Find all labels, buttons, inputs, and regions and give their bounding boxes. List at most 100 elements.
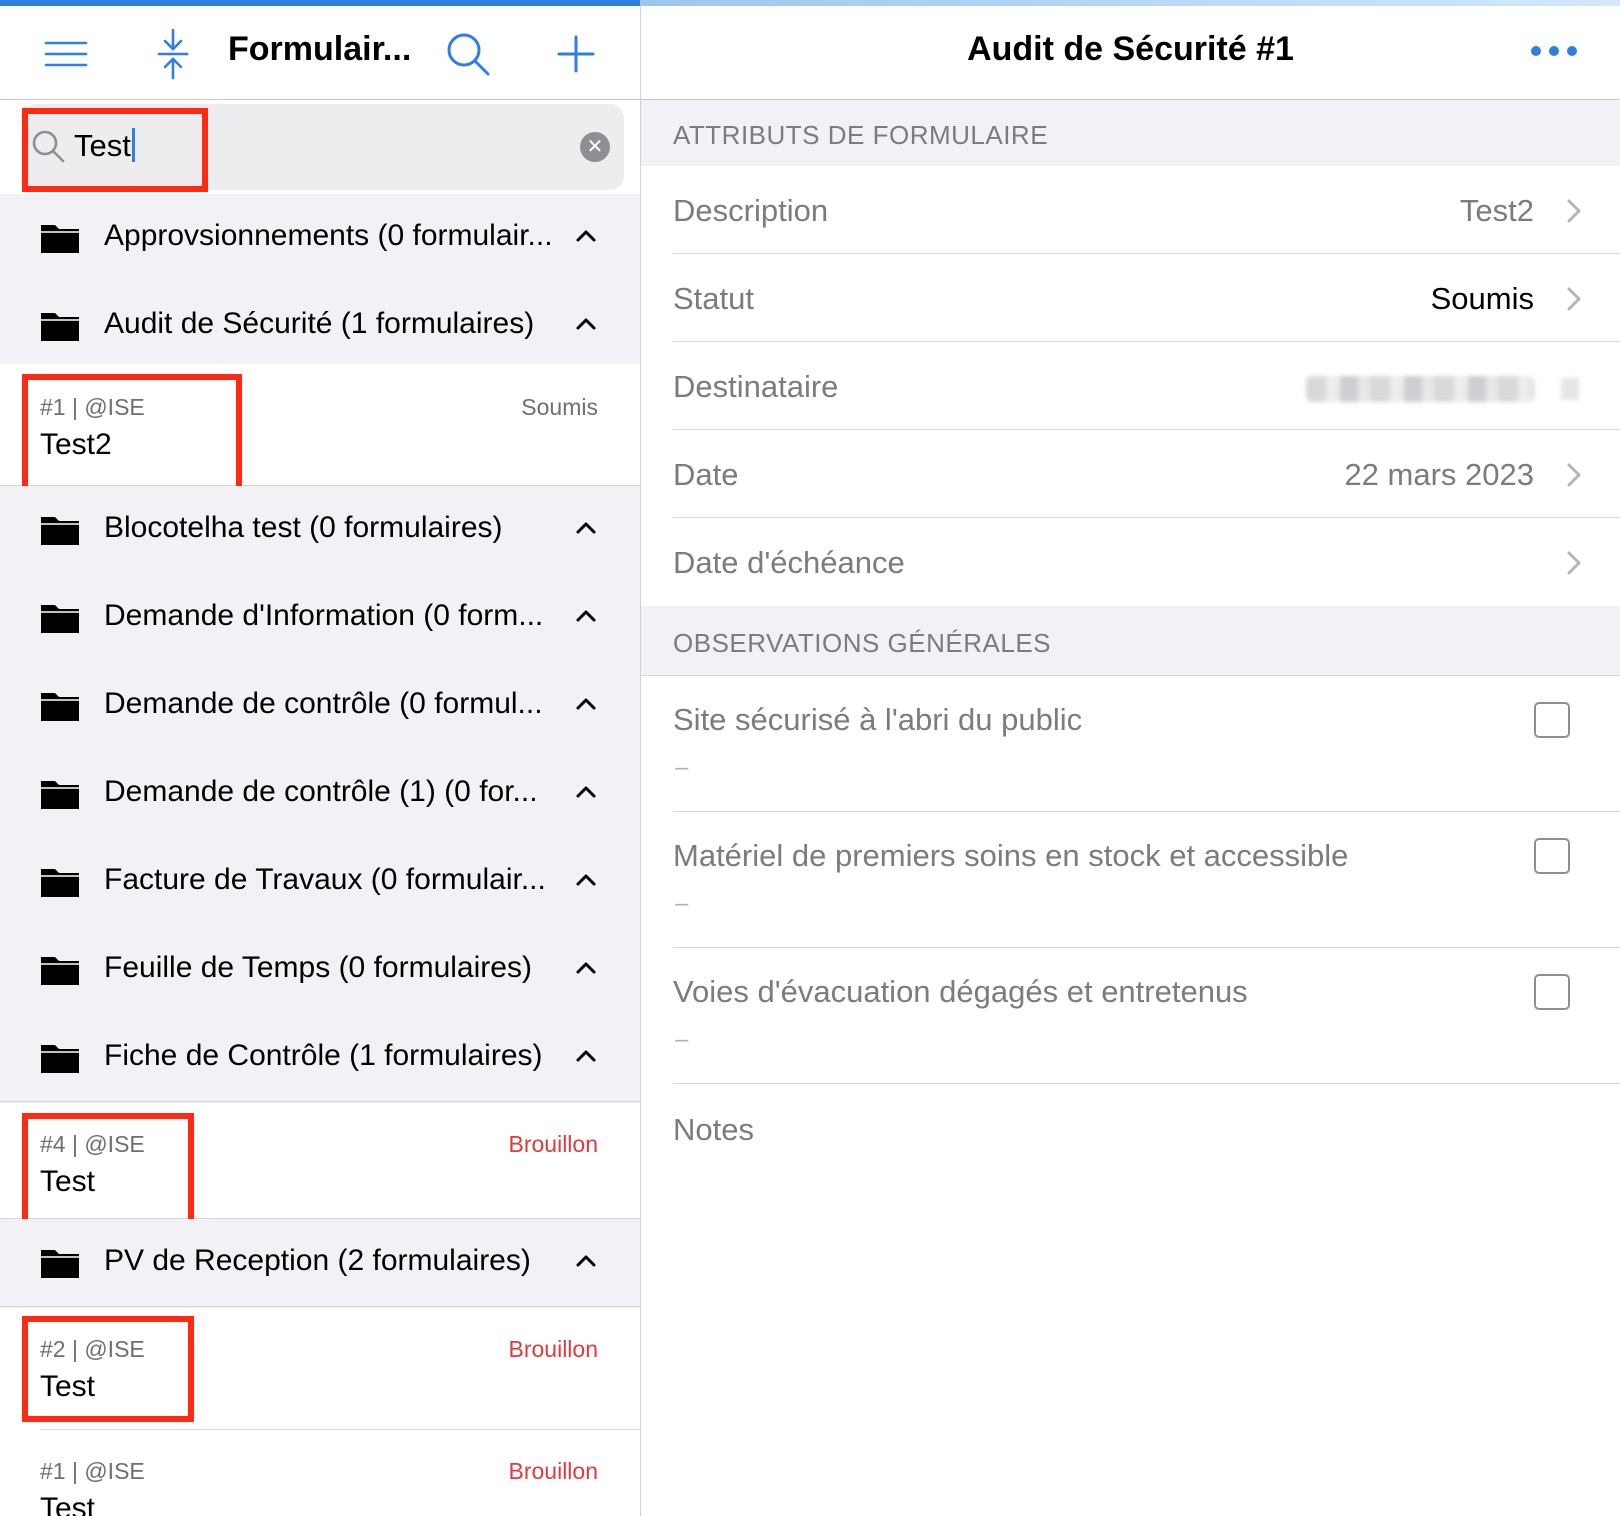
attribute-value: 22 mars 2023 [1344, 457, 1534, 492]
form-status: Brouillon [508, 1336, 599, 1362]
sidebar-title: Formulair... [228, 30, 412, 68]
form-status: Soumis [521, 394, 598, 420]
form-detail: Audit de Sécurité #1 ATTRIBUTS DE FORMUL… [641, 6, 1620, 1516]
folder-icon [41, 605, 79, 633]
folder-row[interactable]: Audit de Sécurité (1 formulaires) [0, 282, 640, 370]
observation-label: Voies d'évacuation dégagés et entretenus [673, 974, 1248, 1009]
folder-icon [41, 1045, 79, 1073]
attribute-row-description[interactable]: Description Test2 [641, 166, 1620, 254]
folder-icon [41, 517, 79, 545]
redacted-chevron [1561, 378, 1579, 400]
observation-checkbox[interactable] [1534, 838, 1570, 874]
folder-icon [41, 313, 79, 341]
folder-icon [41, 1250, 79, 1278]
chevron-right-icon [1567, 551, 1581, 575]
form-meta: #4 | @ISE [40, 1131, 145, 1157]
folder-label: Audit de Sécurité (1 formulaires) [104, 307, 535, 340]
folder-label: Fiche de Contrôle (1 formulaires) [104, 1039, 543, 1072]
collapse-icon[interactable] [145, 26, 201, 82]
folder-label: Demande d'Information (0 form... [104, 599, 544, 632]
chevron-up-icon[interactable] [574, 1249, 598, 1273]
form-status: Brouillon [508, 1458, 599, 1484]
folder-row[interactable]: Facture de Travaux (0 formulair... [0, 838, 640, 926]
chevron-up-icon[interactable] [574, 224, 598, 248]
observation-value: – [675, 890, 689, 917]
folder-row[interactable]: Demande d'Information (0 form... [0, 574, 640, 662]
clear-search-icon[interactable]: ✕ [580, 132, 610, 162]
folder-row[interactable]: Approvsionnements (0 formulair... [0, 194, 640, 282]
chevron-up-icon[interactable] [574, 312, 598, 336]
folder-icon [41, 225, 79, 253]
form-item[interactable]: #1 | @ISE Test Brouillon [0, 1430, 640, 1516]
notes-label[interactable]: Notes [673, 1112, 754, 1148]
folder-icon [41, 693, 79, 721]
chevron-up-icon[interactable] [574, 780, 598, 804]
folder-label: Blocotelha test (0 formulaires) [104, 511, 503, 544]
attribute-label: Date d'échéance [673, 545, 905, 580]
search-bar: Test ✕ [0, 100, 640, 194]
chevron-up-icon[interactable] [574, 692, 598, 716]
form-title: Test [40, 1492, 96, 1516]
folder-label: Demande de contrôle (1) (0 for... [104, 775, 538, 808]
form-status: Brouillon [508, 1131, 599, 1157]
form-item[interactable]: #1 | @ISE Test2 Soumis [0, 364, 640, 492]
chevron-up-icon[interactable] [574, 604, 598, 628]
folder-label: Demande de contrôle (0 formul... [104, 687, 543, 720]
form-title: Test2 [40, 428, 112, 461]
chevron-up-icon[interactable] [574, 1044, 598, 1068]
forms-sidebar: Formulair... Test ✕ Approvsionnements (0… [0, 6, 640, 1516]
folder-label: PV de Reception (2 formulaires) [104, 1244, 531, 1277]
folder-row[interactable]: Demande de contrôle (0 formul... [0, 662, 640, 750]
detail-navbar: Audit de Sécurité #1 [641, 6, 1620, 100]
folder-row[interactable]: Blocotelha test (0 formulaires) [0, 486, 640, 574]
search-field[interactable]: Test ✕ [22, 104, 624, 190]
search-icon[interactable] [440, 26, 496, 82]
attribute-row-due-date[interactable]: Date d'échéance [641, 518, 1620, 606]
attribute-row-recipient[interactable]: Destinataire [641, 342, 1620, 430]
observation-checkbox[interactable] [1534, 702, 1570, 738]
section-header-attributes: ATTRIBUTS DE FORMULAIRE [641, 100, 1620, 166]
form-meta: #2 | @ISE [40, 1336, 145, 1362]
observation-row: Site sécurisé à l'abri du public – [641, 676, 1620, 812]
search-input[interactable]: Test [74, 128, 135, 164]
redacted-value [1306, 376, 1534, 402]
attribute-value: Test2 [1459, 193, 1534, 228]
observation-label: Matériel de premiers soins en stock et a… [673, 838, 1349, 873]
highlight-box [22, 1316, 194, 1422]
menu-icon[interactable] [38, 26, 94, 82]
more-options-icon[interactable] [1531, 36, 1581, 66]
attribute-label: Statut [673, 281, 754, 316]
chevron-up-icon[interactable] [574, 956, 598, 980]
add-icon[interactable] [548, 26, 604, 82]
chevron-up-icon[interactable] [574, 868, 598, 892]
observation-value: – [675, 754, 689, 781]
folder-icon [41, 781, 79, 809]
observation-value: – [675, 1026, 689, 1053]
form-title: Test [40, 1370, 96, 1403]
chevron-right-icon [1567, 199, 1581, 223]
sidebar-navbar: Formulair... [0, 6, 640, 100]
folder-row[interactable]: Feuille de Temps (0 formulaires) [0, 926, 640, 1014]
form-meta: #1 | @ISE [40, 394, 145, 420]
chevron-up-icon[interactable] [574, 516, 598, 540]
folder-label: Feuille de Temps (0 formulaires) [104, 951, 532, 984]
form-item[interactable]: #4 | @ISE Test Brouillon [0, 1103, 640, 1225]
folder-label: Facture de Travaux (0 formulair... [104, 863, 546, 896]
attribute-row-status[interactable]: Statut Soumis [641, 254, 1620, 342]
folder-label: Approvsionnements (0 formulair... [104, 219, 553, 252]
folder-icon [41, 869, 79, 897]
search-glass-icon [32, 130, 65, 163]
observation-checkbox[interactable] [1534, 974, 1570, 1010]
form-title: Test [40, 1165, 96, 1198]
detail-title: Audit de Sécurité #1 [967, 30, 1294, 68]
observation-row: Voies d'évacuation dégagés et entretenus… [641, 948, 1620, 1084]
attribute-label: Description [673, 193, 829, 228]
attribute-row-date[interactable]: Date 22 mars 2023 [641, 430, 1620, 518]
observation-label: Site sécurisé à l'abri du public [673, 702, 1083, 737]
chevron-right-icon [1567, 287, 1581, 311]
attribute-label: Destinataire [673, 369, 839, 404]
folder-row[interactable]: PV de Reception (2 formulaires) [0, 1219, 640, 1307]
folder-row[interactable]: Demande de contrôle (1) (0 for... [0, 750, 640, 838]
form-item[interactable]: #2 | @ISE Test Brouillon [0, 1308, 640, 1430]
folder-row[interactable]: Fiche de Contrôle (1 formulaires) [0, 1014, 640, 1102]
